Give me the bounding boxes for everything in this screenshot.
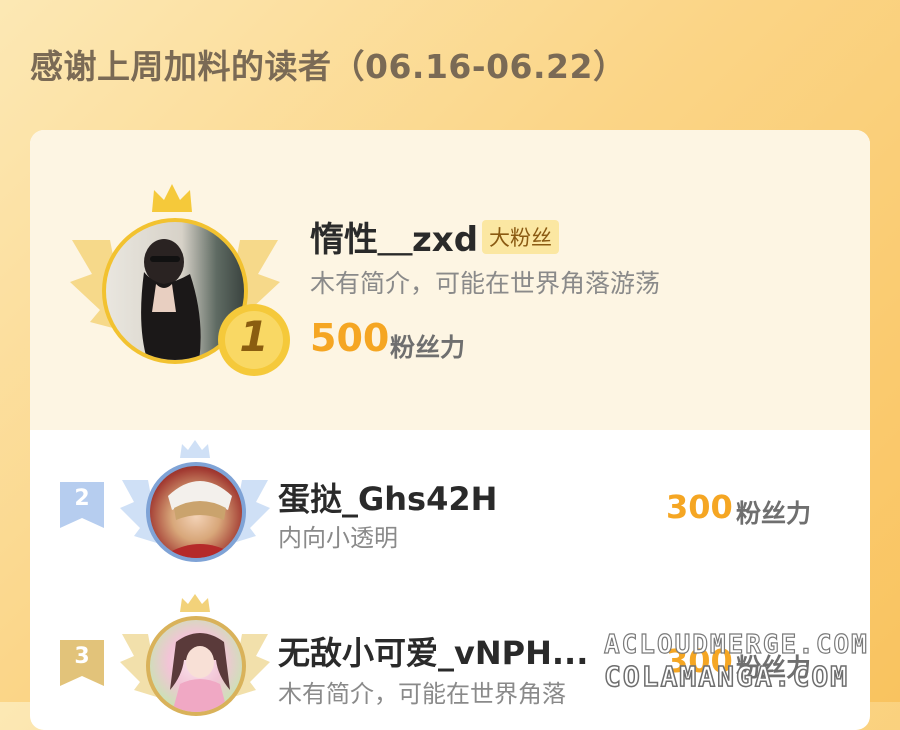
rank-number: 3 [74, 644, 90, 669]
watermark-line-2: COLAMANGA.COM [603, 659, 850, 694]
reader-description: 内向小透明 [278, 524, 398, 552]
top-reader-name[interactable]: 惰性＿zxd [310, 212, 478, 261]
top-reader-score: 500 [310, 316, 390, 360]
reader-name[interactable]: 蛋挞_Ghs42H [278, 474, 497, 520]
avatar[interactable] [146, 462, 246, 562]
reader-score: 300 [666, 488, 733, 526]
list-item[interactable]: 2 蛋挞_Ghs42H 内向小透明 300 粉丝力 [30, 430, 870, 590]
page-title: 感谢上周加料的读者（06.16-06.22） [30, 47, 627, 86]
reader-name[interactable]: 无敌小可爱_vNPH... [278, 628, 588, 674]
rank-number: 1 [239, 312, 269, 361]
avatar[interactable] [146, 616, 246, 716]
top-reader-score-unit: 粉丝力 [390, 333, 466, 362]
rank-number: 2 [74, 486, 90, 511]
reader-description: 木有简介，可能在世界角落 [278, 680, 566, 708]
fan-level-badge: 大粉丝 [482, 220, 559, 254]
top-reader-section[interactable]: 1 惰性＿zxd 大粉丝 木有简介，可能在世界角落游荡 500 粉丝力 [30, 130, 870, 430]
top-reader-avatar-frame: 1 [70, 182, 290, 382]
top-reader-description: 木有简介，可能在世界角落游荡 [310, 269, 661, 298]
crown-icon [152, 184, 192, 212]
watermark-line-1: ACLOUDMERGE.COM [603, 629, 869, 660]
reader-score-unit: 粉丝力 [736, 499, 812, 528]
